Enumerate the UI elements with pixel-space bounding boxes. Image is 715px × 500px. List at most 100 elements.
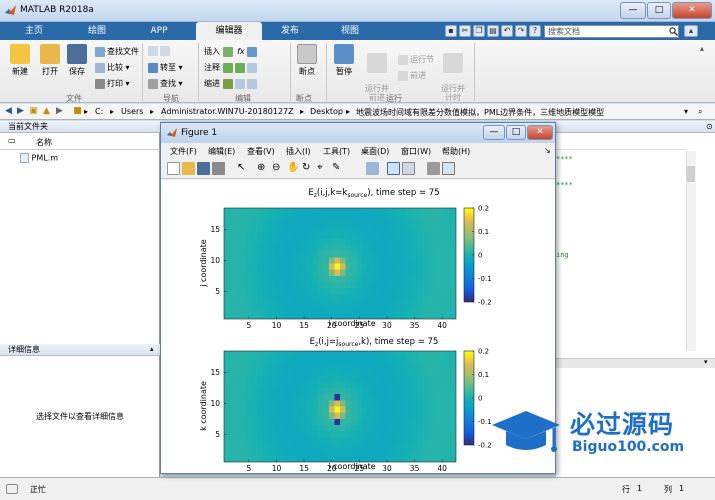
zoom-in-icon[interactable]: ⊕: [257, 162, 270, 175]
back-icon[interactable]: ◀: [3, 107, 14, 117]
browse-icon[interactable]: ▶: [54, 107, 65, 117]
heatmap-image: [224, 351, 456, 462]
undo-icon[interactable]: ↶: [501, 25, 513, 37]
community-icon[interactable]: ▴: [684, 25, 698, 37]
editor-scroll-thumb[interactable]: [687, 166, 695, 182]
advance-button[interactable]: 前进: [398, 70, 426, 81]
find-icon: [148, 78, 158, 89]
list-item[interactable]: PML.m: [20, 153, 58, 163]
new-file-icon: [10, 44, 30, 64]
zoom-out-icon[interactable]: ⊖: [272, 162, 285, 175]
link-plot-icon[interactable]: [366, 162, 379, 175]
print-button[interactable]: 打印 ▾: [95, 78, 130, 89]
up-folder-icon[interactable]: ▲: [41, 107, 52, 117]
redo-icon[interactable]: ↷: [515, 25, 527, 37]
show-plot-tools-icon[interactable]: [442, 162, 455, 175]
figure-dock-icon[interactable]: ↘: [544, 146, 551, 155]
name-column-header[interactable]: 名称: [36, 137, 52, 148]
run-advance-icon: [367, 53, 387, 73]
menu-edit[interactable]: 编辑(E): [208, 146, 235, 157]
figure-minimize-button[interactable]: —: [483, 125, 505, 140]
path-search-icon[interactable]: ⌕: [698, 107, 702, 117]
figure-maximize-button[interactable]: □: [506, 125, 526, 140]
run-section-button[interactable]: 运行节: [398, 54, 434, 65]
menu-view[interactable]: 查看(V): [247, 146, 275, 157]
editor-menu-icon[interactable]: ⊙: [706, 122, 713, 131]
search-icon[interactable]: [669, 27, 678, 36]
tab-plots[interactable]: 绘图: [66, 22, 128, 40]
collapse-ribbon-icon[interactable]: ▴: [700, 44, 704, 53]
open-file-icon[interactable]: [182, 162, 195, 175]
close-button[interactable]: ✕: [672, 2, 712, 19]
new-figure-icon[interactable]: [167, 162, 180, 175]
quick-paste-icon[interactable]: ▤: [487, 25, 499, 37]
brush-icon[interactable]: ✎: [332, 162, 345, 175]
menu-file[interactable]: 文件(F): [170, 146, 197, 157]
path-dropdown-icon[interactable]: ▾: [684, 107, 688, 116]
tab-view[interactable]: 视图: [322, 22, 378, 40]
insert-button[interactable]: 插入 fx: [204, 46, 259, 57]
menu-tools[interactable]: 工具(T): [323, 146, 350, 157]
plot-title: Ez(i,j,k=ksource), time step = 75: [308, 188, 439, 199]
find-button[interactable]: 查找 ▾: [148, 78, 183, 89]
search-input[interactable]: 搜索文档: [544, 25, 679, 38]
edit-plot-arrow-icon[interactable]: ↖: [237, 162, 250, 175]
save-figure-icon[interactable]: [197, 162, 210, 175]
ribbon-separator: [198, 43, 199, 101]
uncomment-icon: [234, 62, 245, 73]
expand-all-icon[interactable]: ▭: [8, 136, 16, 145]
x-tick-label: 35: [410, 321, 420, 330]
command-window-toggle-icon[interactable]: ▾: [704, 358, 708, 366]
compare-button[interactable]: 比较 ▾: [95, 62, 130, 73]
insert-colorbar-icon[interactable]: [387, 162, 400, 175]
quick-copy-icon[interactable]: ❐: [473, 25, 485, 37]
ribbon-tab-strip: 主页 绘图 APP 编辑器 发布 视图 ▪ ✂ ❐ ▤ ↶ ↷ ? 搜索文档 ▴: [0, 22, 715, 40]
menu-window[interactable]: 窗口(W): [401, 146, 431, 157]
find-files-button[interactable]: 查找文件: [95, 46, 139, 57]
path-segment-user[interactable]: Administrator.WIN7U-20180127Z: [161, 107, 294, 116]
hide-plot-tools-icon[interactable]: [427, 162, 440, 175]
open-button[interactable]: 打开: [36, 44, 64, 77]
pause-button[interactable]: 暂停: [330, 44, 358, 77]
help-icon[interactable]: ?: [529, 25, 541, 37]
back-nav-button[interactable]: [148, 46, 172, 56]
rotate-3d-icon[interactable]: ↻: [302, 162, 315, 175]
path-segment-users[interactable]: Users: [121, 107, 143, 116]
quick-save-icon[interactable]: ▪: [445, 25, 457, 37]
insert-legend-icon[interactable]: [402, 162, 415, 175]
code-fragment: ing: [556, 251, 569, 259]
watermark-logo: 必过源码 Biguo100.com: [488, 403, 708, 461]
goto-button[interactable]: 转至 ▾: [148, 62, 183, 73]
run-time-button[interactable]: 运行并 计时: [438, 44, 468, 102]
indent-button[interactable]: 缩进: [204, 78, 259, 89]
figure-close-button[interactable]: ✕: [527, 125, 553, 140]
ribbon-separator: [474, 43, 475, 101]
tab-home[interactable]: 主页: [6, 22, 62, 40]
tab-publish[interactable]: 发布: [262, 22, 318, 40]
comment-button[interactable]: 注释: [204, 62, 259, 73]
menu-desktop[interactable]: 桌面(D): [361, 146, 389, 157]
quick-cut-icon[interactable]: ✂: [459, 25, 471, 37]
save-button[interactable]: 保存: [64, 44, 90, 77]
maximize-button[interactable]: □: [647, 2, 671, 19]
group-label-run: 运行: [386, 94, 402, 103]
path-segment-desktop[interactable]: Desktop: [310, 107, 343, 116]
path-segment-project[interactable]: 地震波场时间域有限差分数值模拟，PML边界条件，三维地质模型模型: [356, 107, 604, 118]
details-toggle-icon[interactable]: ▴: [150, 345, 154, 353]
wrap-comment-icon: [246, 62, 257, 73]
new-button[interactable]: 新建: [6, 44, 34, 77]
print-figure-icon[interactable]: [212, 162, 225, 175]
menu-help[interactable]: 帮助(H): [442, 146, 470, 157]
tab-editor[interactable]: 编辑器: [196, 22, 262, 40]
pan-hand-icon[interactable]: ✋: [287, 162, 300, 175]
path-segment-drive[interactable]: C:: [95, 107, 103, 116]
status-bar: 正忙 行 1 列 1: [0, 477, 715, 500]
browse-folder-icon[interactable]: ▣: [28, 107, 39, 117]
tab-apps[interactable]: APP: [130, 22, 188, 40]
forward-icon[interactable]: ▶: [15, 107, 26, 117]
minimize-button[interactable]: —: [620, 2, 646, 19]
menu-insert[interactable]: 插入(I): [286, 146, 311, 157]
breakpoints-button[interactable]: 断点: [294, 44, 320, 77]
data-cursor-icon[interactable]: ⌖: [317, 162, 330, 175]
figure-title-bar[interactable]: Figure 1 — □ ✕: [161, 123, 555, 143]
